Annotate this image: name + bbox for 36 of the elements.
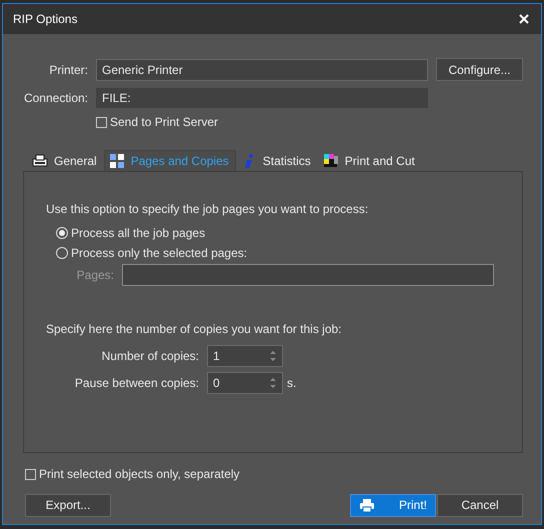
configure-button[interactable]: Configure...: [436, 58, 523, 81]
radio-label: Process only the selected pages:: [71, 246, 248, 260]
window-title: RIP Options: [13, 12, 78, 26]
instruction-text: Specify here the number of copies you want for this job:: [46, 322, 342, 336]
connection-label: Connection:: [22, 91, 88, 105]
number-spinner[interactable]: 0: [207, 372, 283, 394]
checkbox-label: Print selected objects only, separately: [39, 467, 240, 481]
spinner-label: Number of copies:: [100, 349, 199, 363]
color-swatches-icon: [322, 153, 339, 169]
checkbox[interactable]: [25, 468, 36, 480]
spin-arrows-icon: [268, 350, 278, 362]
dialog-button[interactable]: Export...: [25, 494, 111, 516]
printer-icon: [358, 498, 375, 512]
spin-arrows-icon: [268, 377, 278, 389]
radio-button[interactable]: [56, 227, 68, 239]
tab[interactable]: Statistics: [236, 150, 318, 171]
tab[interactable]: General: [27, 150, 104, 171]
close-icon[interactable]: [519, 14, 529, 24]
print-button[interactable]: Print!: [350, 494, 436, 516]
pages-field[interactable]: [122, 264, 494, 286]
number-spinner[interactable]: 1: [207, 345, 283, 367]
unit-label: s.: [287, 376, 296, 390]
checkbox-label: Send to Print Server: [110, 115, 218, 129]
dialog-button[interactable]: Cancel: [437, 494, 523, 516]
pages-grid-icon: [108, 153, 125, 169]
checkbox[interactable]: [96, 116, 107, 128]
pages-label: Pages:: [76, 268, 114, 282]
radio-label: Process all the job pages: [71, 226, 206, 240]
spinner-label: Pause between copies:: [74, 376, 199, 390]
connection-field: FILE:: [96, 88, 428, 108]
printer-field[interactable]: Generic Printer: [96, 58, 428, 80]
printer-icon: [32, 153, 48, 169]
instruction-text: Use this option to specify the job pages you want to process:: [46, 202, 370, 216]
tab[interactable]: Print and Cut: [318, 150, 422, 171]
radio-button[interactable]: [56, 247, 68, 259]
printer-label: Printer:: [48, 62, 88, 76]
